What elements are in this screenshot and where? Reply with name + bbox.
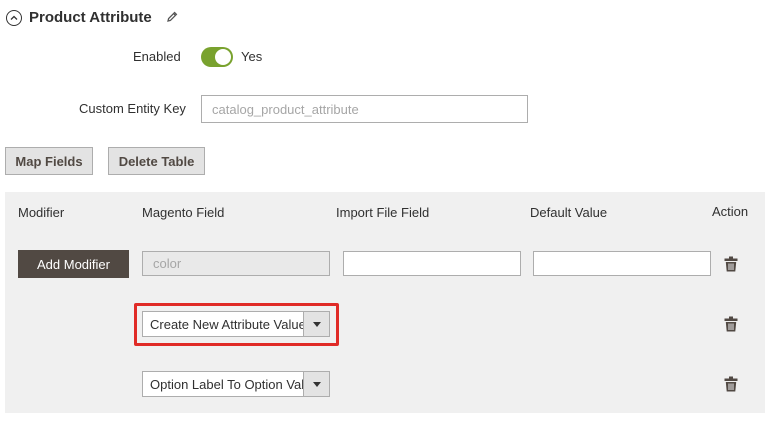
map-fields-button[interactable]: Map Fields <box>5 147 93 175</box>
trash-icon[interactable] <box>724 316 738 332</box>
trash-icon[interactable] <box>724 256 738 272</box>
modifier-select[interactable]: Option Label To Option Value <box>142 371 330 397</box>
section-title[interactable]: Product Attribute <box>29 9 152 26</box>
import-file-field-input[interactable] <box>343 251 521 276</box>
toggle-knob <box>215 49 231 65</box>
chevron-up-icon <box>10 15 18 20</box>
enabled-toggle[interactable] <box>201 47 233 67</box>
header-magento-field: Magento Field <box>142 205 225 220</box>
custom-entity-key-input[interactable] <box>201 95 528 123</box>
dropdown-arrow-icon[interactable] <box>303 372 329 396</box>
header-action: Action <box>712 204 749 219</box>
modifier-select-value: Option Label To Option Value <box>150 376 303 392</box>
enabled-state-text: Yes <box>241 49 263 64</box>
default-value-input[interactable] <box>533 251 711 276</box>
enabled-label: Enabled <box>133 49 181 64</box>
custom-entity-key-label: Custom Entity Key <box>79 101 186 116</box>
header-import-file-field: Import File Field <box>336 205 430 220</box>
pencil-icon[interactable] <box>165 10 179 24</box>
trash-icon[interactable] <box>724 376 738 392</box>
header-default-value: Default Value <box>530 205 608 220</box>
magento-field-input <box>142 251 330 276</box>
modifier-select[interactable]: Create New Attribute Value <box>142 311 330 337</box>
modifier-select-value: Create New Attribute Value <box>150 316 303 332</box>
mapping-grid <box>5 192 765 413</box>
add-modifier-button[interactable]: Add Modifier <box>18 250 129 278</box>
dropdown-arrow-icon[interactable] <box>303 312 329 336</box>
delete-table-button[interactable]: Delete Table <box>108 147 205 175</box>
section-collapse-toggle[interactable] <box>6 10 22 26</box>
header-modifier: Modifier <box>18 205 65 220</box>
